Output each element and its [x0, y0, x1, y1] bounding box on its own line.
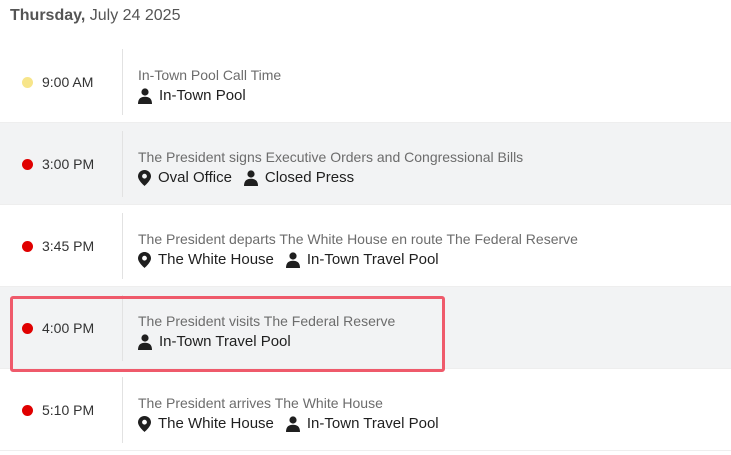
event-time: 4:00 PM: [22, 320, 94, 336]
map-pin-icon: [138, 169, 151, 186]
event-time-label: 4:00 PM: [42, 320, 95, 336]
event-location: The White House: [138, 251, 274, 268]
person-icon: [285, 251, 300, 268]
status-dot-icon: [22, 76, 33, 88]
schedule-event[interactable]: 9:00 AM In-Town Pool Call Time In-Town P…: [0, 41, 731, 123]
person-icon: [138, 333, 152, 350]
schedule-event[interactable]: 3:45 PM The President departs The White …: [0, 205, 731, 287]
event-meta: The White House In-Town Travel Pool: [138, 251, 451, 268]
event-divider: [122, 213, 123, 279]
schedule-event[interactable]: 5:10 PM The President arrives The White …: [0, 369, 731, 451]
event-location: Oval Office: [138, 169, 232, 186]
schedule-event[interactable]: 3:00 PM The President signs Executive Or…: [0, 123, 731, 205]
schedule-page: Thursday, July 24 2025 9:00 AM In-Town P…: [0, 0, 731, 455]
event-divider: [122, 377, 123, 443]
event-divider: [122, 131, 123, 197]
event-coverage: In-Town Travel Pool: [285, 415, 439, 432]
event-location: The White House: [138, 415, 274, 432]
event-time: 3:45 PM: [22, 238, 94, 254]
event-meta: In-Town Travel Pool: [138, 333, 303, 350]
event-coverage: In-Town Travel Pool: [138, 333, 291, 350]
event-title: The President departs The White House en…: [138, 231, 578, 247]
status-dot-icon: [22, 322, 33, 334]
event-time-label: 5:10 PM: [42, 402, 95, 418]
event-coverage: Closed Press: [243, 169, 355, 186]
event-coverage-label: In-Town Travel Pool: [159, 333, 291, 350]
event-separator: [0, 450, 731, 451]
event-coverage: In-Town Travel Pool: [285, 251, 439, 268]
event-time: 5:10 PM: [22, 402, 94, 418]
event-meta: Oval Office Closed Press: [138, 169, 366, 186]
date-header-day: Thursday,: [10, 7, 86, 24]
person-icon: [138, 87, 152, 104]
event-divider: [122, 295, 123, 361]
event-location-label: The White House: [158, 251, 274, 268]
event-title: In-Town Pool Call Time: [138, 67, 282, 83]
date-header: Thursday, July 24 2025: [10, 7, 180, 25]
event-coverage-label: In-Town Travel Pool: [306, 415, 439, 432]
map-pin-icon: [138, 415, 151, 432]
date-header-date: July 24 2025: [89, 7, 181, 24]
event-time-label: 3:00 PM: [42, 156, 95, 172]
event-location-label: Oval Office: [158, 169, 232, 186]
person-icon: [285, 415, 300, 432]
event-time-label: 3:45 PM: [42, 238, 95, 254]
event-time: 3:00 PM: [22, 156, 94, 172]
person-icon: [243, 169, 258, 186]
event-time-label: 9:00 AM: [42, 74, 94, 90]
event-divider: [122, 49, 123, 115]
event-coverage-label: In-Town Pool: [159, 87, 246, 104]
status-dot-icon: [22, 404, 33, 416]
event-title: The President visits The Federal Reserve: [138, 313, 396, 329]
event-coverage-label: In-Town Travel Pool: [306, 251, 439, 268]
schedule-event[interactable]: 4:00 PM The President visits The Federal…: [0, 287, 731, 369]
map-pin-icon: [138, 251, 151, 268]
event-location-label: The White House: [158, 415, 274, 432]
event-meta: The White House In-Town Travel Pool: [138, 415, 451, 432]
event-title: The President arrives The White House: [138, 395, 383, 411]
status-dot-icon: [22, 240, 33, 252]
event-coverage: In-Town Pool: [138, 87, 246, 104]
status-dot-icon: [22, 158, 33, 170]
event-meta: In-Town Pool: [138, 87, 258, 104]
event-coverage-label: Closed Press: [264, 169, 355, 186]
event-time: 9:00 AM: [22, 74, 93, 90]
event-title: The President signs Executive Orders and…: [138, 149, 524, 165]
